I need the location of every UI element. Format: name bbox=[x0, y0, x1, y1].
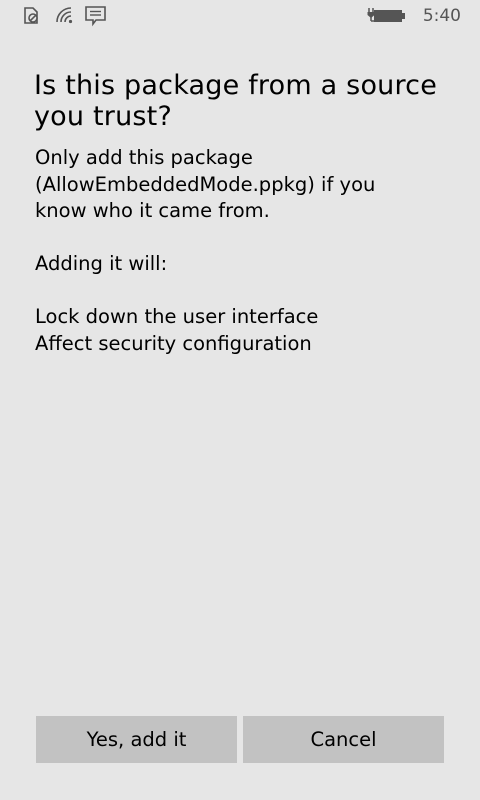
body-line: (AllowEmbeddedMode.ppkg) if you bbox=[35, 172, 376, 196]
yes-add-it-button[interactable]: Yes, add it bbox=[36, 716, 237, 763]
status-bar: 5:40 bbox=[0, 0, 480, 33]
body-line: know who it came from. bbox=[35, 199, 270, 222]
dialog-body: Only add this package (AllowEmbeddedMode… bbox=[35, 145, 455, 357]
cancel-button[interactable]: Cancel bbox=[243, 716, 444, 763]
effect-item: Affect security configuration bbox=[35, 331, 312, 355]
wifi-icon bbox=[56, 7, 73, 24]
status-time: 5:40 bbox=[422, 6, 461, 26]
body-line: Only add this package bbox=[35, 146, 253, 169]
dialog-title: Is this package from a source you trust? bbox=[34, 70, 438, 132]
effects-intro: Adding it will: bbox=[35, 252, 168, 275]
battery-charging-icon bbox=[367, 8, 405, 22]
notification-icon bbox=[85, 6, 106, 27]
no-sim-icon bbox=[24, 7, 38, 24]
effect-item: Lock down the user interface bbox=[35, 305, 319, 328]
dialog-buttons: Yes, add it Cancel bbox=[36, 716, 444, 763]
